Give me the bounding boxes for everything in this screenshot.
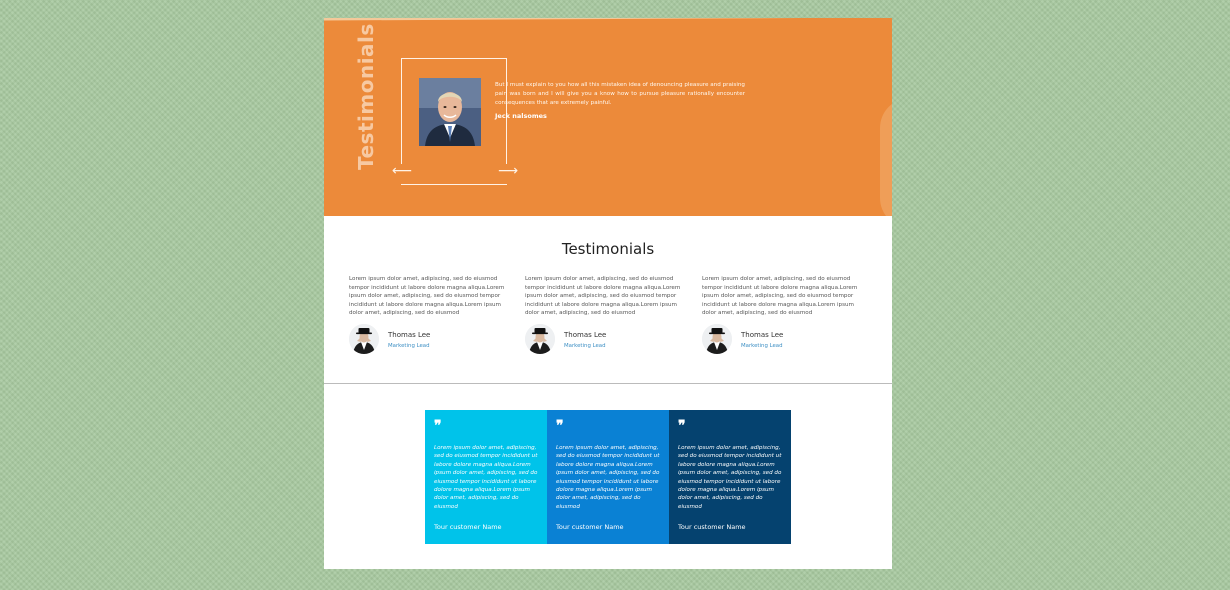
avatar bbox=[702, 324, 732, 354]
avatar bbox=[349, 324, 379, 354]
customer-name: Tour customer Name bbox=[434, 523, 502, 531]
author-portrait bbox=[419, 78, 481, 146]
avatar bbox=[525, 324, 555, 354]
testimonial-text: Lorem ipsum dolor amet, adipiscing, sed … bbox=[349, 276, 505, 317]
testimonial-card: Lorem ipsum dolor amet, adipiscing, sed … bbox=[525, 275, 691, 354]
customer-name: Tour customer Name bbox=[556, 523, 624, 531]
next-arrow-icon[interactable]: ⟶ bbox=[498, 164, 518, 178]
quote-text: Lorem ipsum dolor amet, adipiscing, sed … bbox=[556, 445, 660, 510]
person-role: Marketing Lead bbox=[564, 343, 606, 349]
testimonial-person: Thomas Lee Marketing Lead bbox=[525, 324, 691, 356]
section-title: Testimonials bbox=[561, 240, 655, 258]
prev-arrow-icon[interactable]: ⟵ bbox=[392, 164, 412, 178]
testimonial-text: Lorem ipsum dolor amet, adipiscing, sed … bbox=[702, 276, 858, 317]
testimonial-card: Lorem ipsum dolor amet, adipiscing, sed … bbox=[349, 275, 515, 354]
quote-text: Lorem ipsum dolor amet, adipiscing, sed … bbox=[434, 445, 538, 510]
quote-icon: ❞ bbox=[678, 418, 686, 434]
hero-quote-text: But I must explain to you how all this m… bbox=[495, 82, 745, 106]
section-divider bbox=[324, 383, 892, 384]
person-role: Marketing Lead bbox=[741, 343, 783, 349]
quote-panel: ❞ Lorem ipsum dolor amet, adipiscing, se… bbox=[425, 410, 547, 544]
person-role: Marketing Lead bbox=[388, 343, 430, 349]
quote-panel: ❞ Lorem ipsum dolor amet, adipiscing, se… bbox=[669, 410, 791, 544]
hero-author-name: Jeck nalsomes bbox=[495, 112, 547, 120]
testimonial-text: Lorem ipsum dolor amet, adipiscing, sed … bbox=[525, 276, 681, 317]
person-name: Thomas Lee bbox=[388, 331, 431, 339]
quote-text: Lorem ipsum dolor amet, adipiscing, sed … bbox=[678, 445, 782, 510]
person-name: Thomas Lee bbox=[564, 331, 607, 339]
vertical-section-title: Testimonials bbox=[354, 23, 378, 170]
person-name: Thomas Lee bbox=[741, 331, 784, 339]
quote-icon: ❞ bbox=[434, 418, 442, 434]
hero-curve-decoration bbox=[880, 98, 892, 216]
hero-testimonial-section: Testimonials ⟵ ⟶ But I must explain to y… bbox=[324, 18, 892, 216]
testimonials-page: Testimonials ⟵ ⟶ But I must explain to y… bbox=[324, 18, 892, 569]
hero-top-accent bbox=[324, 18, 892, 21]
customer-name: Tour customer Name bbox=[678, 523, 746, 531]
quote-icon: ❞ bbox=[556, 418, 564, 434]
testimonial-person: Thomas Lee Marketing Lead bbox=[349, 324, 515, 356]
testimonial-person: Thomas Lee Marketing Lead bbox=[702, 324, 868, 356]
testimonial-card: Lorem ipsum dolor amet, adipiscing, sed … bbox=[702, 275, 868, 354]
quote-panel: ❞ Lorem ipsum dolor amet, adipiscing, se… bbox=[547, 410, 669, 544]
quote-panels: ❞ Lorem ipsum dolor amet, adipiscing, se… bbox=[425, 410, 791, 544]
